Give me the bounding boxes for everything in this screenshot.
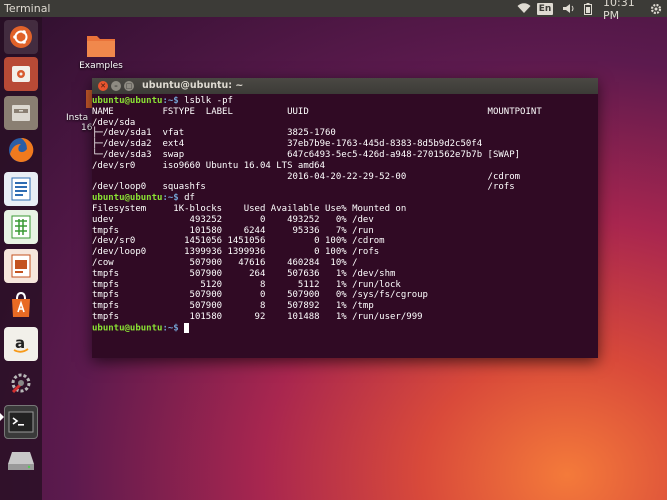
output-line: tmpfs 101580 92 101488 1% /run/user/999 (92, 311, 423, 322)
desktop-install-label-1: Insta (66, 113, 89, 123)
prompt-line: ubuntu@ubuntu:~$ df (92, 193, 195, 204)
impress-icon[interactable] (4, 249, 38, 283)
terminal-titlebar[interactable]: ✕ – □ ubuntu@ubuntu: ~ (92, 78, 598, 94)
folder-icon (87, 36, 115, 57)
desktop-examples-folder[interactable]: Examples (78, 32, 124, 71)
amazon-icon[interactable]: a (4, 327, 38, 361)
output-line: NAME FSTYPE LABEL UUID MOUNTPOINT (92, 106, 542, 117)
wrench-icon[interactable] (4, 366, 38, 400)
software-bag-icon[interactable] (4, 288, 38, 322)
output-line: udev 493252 0 493252 0% /dev (92, 214, 374, 225)
folder-drawer-icon[interactable] (4, 96, 38, 130)
terminal-title: ubuntu@ubuntu: ~ (142, 80, 244, 91)
writer-icon[interactable] (4, 172, 38, 206)
gear-icon[interactable] (648, 0, 664, 17)
output-line: ├─/dev/sda2 ext4 37eb7b9e-1763-445d-8383… (92, 139, 483, 150)
output-line: tmpfs 5120 8 5112 1% /run/lock (92, 279, 401, 290)
output-line: /dev/sda (92, 117, 136, 128)
firefox-icon[interactable] (4, 133, 38, 167)
output-line: /dev/sr0 iso9660 Ubuntu 16.04 LTS amd64 (92, 160, 325, 171)
battery-icon[interactable] (581, 0, 595, 17)
df-output: Filesystem 1K-blocks Used Available Use%… (92, 204, 598, 323)
minimize-icon[interactable]: – (111, 81, 121, 91)
close-icon[interactable]: ✕ (98, 81, 108, 91)
keyboard-layout-indicator[interactable]: En (536, 0, 554, 17)
desktop-examples-label: Examples (79, 61, 123, 71)
output-line: tmpfs 101580 6244 95336 7% /run (92, 225, 374, 236)
wifi-icon[interactable] (515, 0, 533, 17)
output-line: /dev/loop0 squashfs /rofs (92, 182, 515, 193)
output-line: tmpfs 507900 0 507900 0% /sys/fs/cgroup (92, 290, 428, 301)
desktop-install-icon[interactable]: Insta 16. (66, 88, 102, 133)
settings-icon[interactable] (4, 57, 38, 91)
terminal-window[interactable]: ✕ – □ ubuntu@ubuntu: ~ ubuntu@ubuntu:~$ … (92, 78, 598, 358)
output-line: ├─/dev/sda1 vfat 3825-1760 (92, 128, 336, 139)
output-line: /dev/loop0 1399936 1399936 0 100% /rofs (92, 247, 380, 258)
launcher: a (0, 17, 42, 500)
output-line: tmpfs 507900 8 507892 1% /tmp (92, 301, 374, 312)
calc-icon[interactable] (4, 210, 38, 244)
desktop-install-label-2: 16. (81, 123, 96, 133)
output-line: Filesystem 1K-blocks Used Available Use%… (92, 203, 407, 214)
top-panel: Terminal En 10:31 PM (0, 0, 667, 22)
command-text: lsblk -pf (178, 96, 233, 106)
svg-text:a: a (15, 334, 25, 352)
ubuntu-logo-icon[interactable] (4, 20, 38, 54)
output-line: └─/dev/sda3 swap 647c6493-5ec5-426d-a948… (92, 149, 521, 160)
text-cursor (184, 322, 190, 333)
output-line: /cow 507900 47616 460284 10% / (92, 257, 358, 268)
volume-icon[interactable] (560, 0, 578, 17)
command-text: df (178, 193, 195, 204)
output-line: /dev/sr0 1451056 1451056 0 100% /cdrom (92, 236, 385, 247)
drive-icon[interactable] (4, 444, 38, 478)
output-line: 2016-04-20-22-29-52-00 /cdrom (92, 171, 521, 182)
maximize-icon[interactable]: □ (124, 81, 134, 91)
output-line: tmpfs 507900 264 507636 1% /dev/shm (92, 268, 396, 279)
prompt-line: ubuntu@ubuntu:~$ (92, 322, 598, 334)
clock[interactable]: 10:31 PM (603, 0, 645, 22)
lsblk-output: NAME FSTYPE LABEL UUID MOUNTPOINT /dev/s… (92, 107, 598, 193)
prompt-line: ubuntu@ubuntu:~$ lsblk -pf (92, 96, 233, 106)
active-app-title: Terminal (4, 2, 51, 15)
terminal-output[interactable]: ubuntu@ubuntu:~$ lsblk -pf NAME FSTYPE L… (92, 96, 598, 358)
terminal-icon[interactable] (4, 405, 38, 439)
